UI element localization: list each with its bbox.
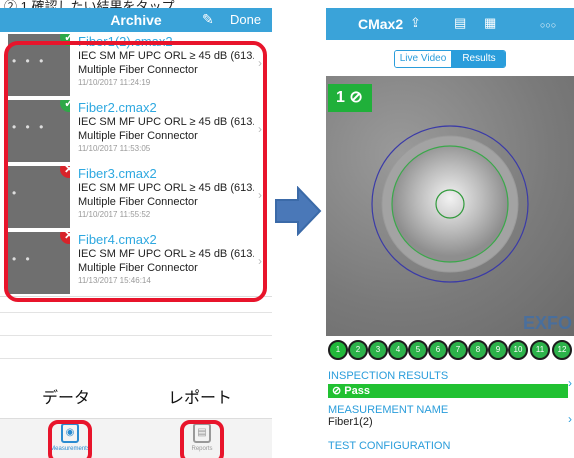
archive-screen: Archive ✎ Done • • • ✓ Fiber1(2).cmax2 IE… [0,8,272,458]
fiber-circle-8[interactable]: 8 [468,340,488,360]
fiber-circle-5[interactable]: 5 [408,340,428,360]
chevron-right-icon[interactable]: › [568,412,572,426]
pass-check-icon: ⊘ [332,385,342,397]
fiber-circle-12[interactable]: 12 [552,340,572,360]
fiber-end-face [371,125,529,283]
archive-nav-bar: Archive ✎ Done [0,8,272,32]
report-callout-label: レポート [168,390,233,407]
fiber-circle-6[interactable]: 6 [428,340,448,360]
fiber-number-badge: 1 ⊘ [328,84,372,112]
fiber-circle-1[interactable]: 1 [328,340,348,360]
compose-icon[interactable]: ✎ [202,11,214,28]
fiber-circle-2[interactable]: 2 [348,340,368,360]
highlight-measurements-tab [48,420,92,458]
result-text: Pass [344,385,370,397]
fiber-circle-7[interactable]: 7 [448,340,468,360]
results-screen: CMax2 ⇪ ▤ ▦ ○○○ Live Video Results 1 ⊘ E… [326,8,574,458]
measurement-name-header: MEASUREMENT NAME [328,404,449,416]
fiber-circle-3[interactable]: 3 [368,340,388,360]
fiber-selector: 1 2 3 4 5 6 7 8 9 10 11 12 [328,340,574,362]
tab-bar: ◉ Measurements ▤ Reports [0,418,272,458]
test-configuration-header: TEST CONFIGURATION [328,440,451,452]
segment-results[interactable]: Results [451,51,505,67]
chevron-right-icon[interactable]: › [568,376,572,390]
more-icon[interactable]: ○○○ [540,20,556,30]
fiber-circle-11[interactable]: 11 [530,340,550,360]
fiber-circle-10[interactable]: 10 [508,340,528,360]
measurement-name-value: Fiber1(2) [328,416,373,428]
fiber-circle-9[interactable]: 9 [488,340,508,360]
results-nav-bar: CMax2 ⇪ ▤ ▦ ○○○ [326,8,574,40]
segment-live-video[interactable]: Live Video [395,51,451,67]
view-segmented-control: Live Video Results [394,50,506,68]
measurement-name-section[interactable]: MEASUREMENT NAME Fiber1(2) [328,404,568,428]
test-configuration-section[interactable]: TEST CONFIGURATION [328,440,568,452]
print-icon[interactable]: ▦ [484,15,496,31]
done-button[interactable]: Done [230,12,261,27]
share-icon[interactable]: ⇪ [410,15,421,31]
empty-list-separators [0,312,272,381]
pass-check-icon: ⊘ [349,89,363,106]
arrow-right-icon [275,186,322,236]
fiber-circle-4[interactable]: 4 [388,340,408,360]
fiber-inspection-image: 1 ⊘ EXFO [326,76,574,336]
pdf-icon[interactable]: ▤ [454,15,466,31]
data-callout-label: データ [42,390,91,407]
inspection-results-header: INSPECTION RESULTS [328,370,449,382]
pass-status-bar[interactable]: ⊘ Pass [328,384,568,398]
exfo-watermark: EXFO [522,313,572,333]
fiber-number: 1 [336,89,345,106]
results-title: CMax2 [358,16,404,32]
highlight-list-box [4,41,267,302]
highlight-reports-tab [180,420,224,458]
